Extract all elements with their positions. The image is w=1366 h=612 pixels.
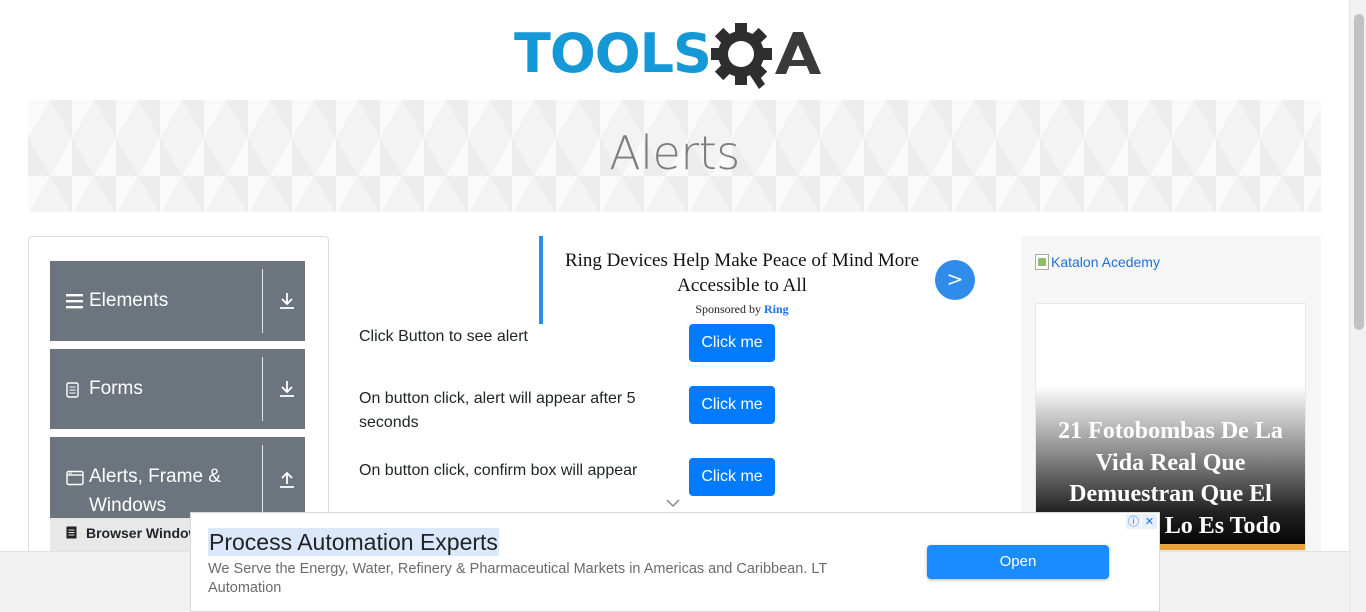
page: TOOLS Alerts Elements Forms Alerts, Fram…	[0, 0, 1366, 612]
sidebar-group-forms[interactable]: Forms	[50, 349, 305, 429]
ad-sponsor-line: Sponsored by Ring	[559, 302, 925, 317]
bottom-ad-description: We Serve the Energy, Water, Refinery & P…	[208, 561, 827, 596]
ad-headline[interactable]: Ring Devices Help Make Peace of Mind Mor…	[559, 248, 925, 298]
vertical-scrollbar[interactable]	[1349, 0, 1366, 612]
katalon-ad-link[interactable]: Katalon Acedemy	[1035, 254, 1160, 270]
bottom-ad-title[interactable]: Process Automation Experts	[208, 528, 499, 556]
timer-alert-row-text: On button click, alert will appear after…	[359, 390, 636, 431]
download-arrow-icon[interactable]	[279, 291, 295, 311]
document-icon	[66, 526, 77, 539]
sidebar-group-label: Elements	[89, 290, 169, 311]
confirm-row-text: On button click, confirm box will appear	[359, 462, 638, 479]
katalon-ad-alt-text[interactable]: Katalon Acedemy	[1051, 254, 1160, 270]
alert-row-text: Click Button to see alert	[359, 328, 528, 345]
page-header-banner: Alerts	[28, 100, 1321, 212]
bottom-ad-open-button[interactable]: Open	[927, 545, 1109, 579]
sidebar-group-alerts-frame-windows[interactable]: Alerts, Frame & Windows	[50, 437, 305, 518]
broken-image-icon	[1035, 254, 1049, 270]
chevron-down-icon[interactable]	[666, 498, 680, 508]
document-icon	[66, 382, 79, 398]
confirm-button[interactable]: Click me	[689, 458, 775, 496]
hamburger-icon	[66, 294, 83, 309]
divider	[262, 445, 263, 518]
divider	[262, 357, 263, 421]
close-icon[interactable]: ✕	[1142, 514, 1157, 529]
sidebar-group-elements[interactable]: Elements	[50, 261, 305, 341]
divider	[262, 269, 263, 333]
ad-go-button[interactable]: >	[935, 260, 975, 300]
info-icon[interactable]: ⓘ	[1126, 514, 1141, 529]
timer-alert-button[interactable]: Click me	[689, 386, 775, 424]
ad-sponsored-prefix: Sponsored by	[695, 302, 764, 316]
sponsored-ad[interactable]: Ring Devices Help Make Peace of Mind Mor…	[539, 236, 979, 324]
page-title: Alerts	[609, 126, 740, 180]
logo-text-tools: TOOLS	[514, 22, 712, 85]
download-arrow-icon[interactable]	[279, 379, 295, 399]
scrollbar-thumb[interactable]	[1354, 14, 1364, 330]
window-icon	[66, 470, 84, 486]
ad-choices: ⓘ ✕	[1126, 514, 1157, 529]
toolsqa-logo[interactable]: TOOLS	[514, 16, 844, 92]
sidebar-group-label: Forms	[89, 378, 143, 399]
gear-magnifier-icon	[710, 23, 821, 89]
bottom-ad[interactable]: Process Automation Experts We Serve the …	[190, 512, 1160, 612]
ad-sponsor-link[interactable]: Ring	[764, 302, 789, 316]
upload-arrow-icon[interactable]	[279, 469, 295, 489]
alert-button[interactable]: Click me	[689, 324, 775, 362]
